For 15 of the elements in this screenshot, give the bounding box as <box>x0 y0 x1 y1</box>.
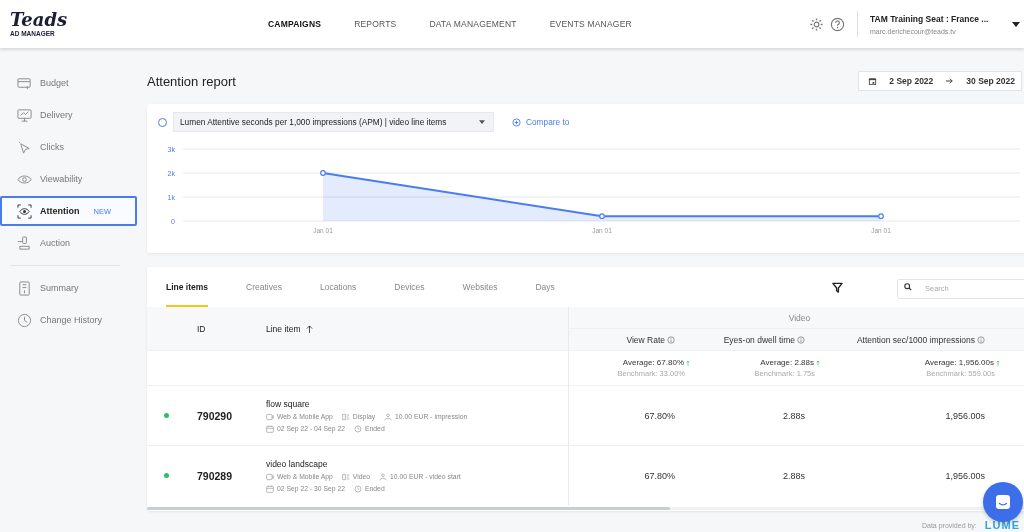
average-value: Average: 1,956.00s <box>924 358 994 367</box>
line-item-id: 790290 <box>197 409 233 422</box>
average-value: Average: 67.80% <box>622 358 684 367</box>
table-cell: 1,956.00s <box>945 470 985 481</box>
line-item-id: 790289 <box>197 469 233 482</box>
column-group-header: Video <box>788 312 811 323</box>
table-cell: 67.80% <box>644 470 675 481</box>
table-cell: 2.88s <box>782 470 805 481</box>
table-cell: 2.88s <box>782 410 805 421</box>
page-title: Attention report <box>147 73 236 89</box>
table-cell: 1,956.00s <box>945 410 985 421</box>
average-value: Average: 2.88s <box>760 358 814 367</box>
provider-logo: LUME <box>984 519 1020 531</box>
table-cell: 67.80% <box>644 410 675 421</box>
logo-text: Teads <box>10 11 69 29</box>
